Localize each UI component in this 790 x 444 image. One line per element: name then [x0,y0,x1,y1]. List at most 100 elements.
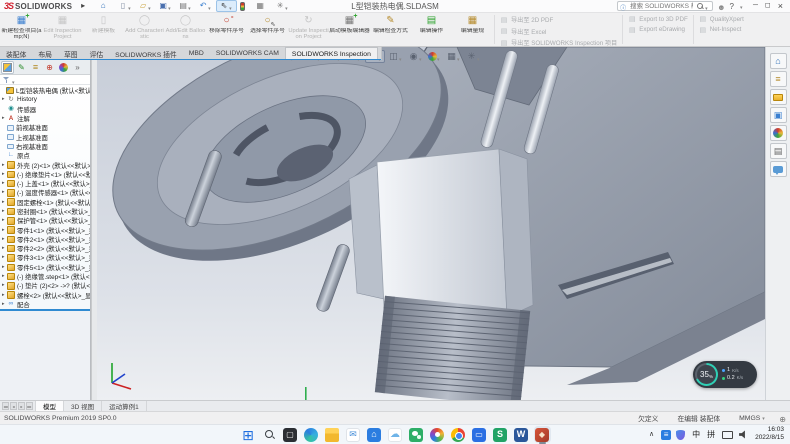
ribbon-button[interactable]: 编辑检查方式 [370,13,411,46]
feature-tree-item[interactable]: 螺栓<2> (默认<<默认>_显示状态 [0,291,90,300]
ribbon-tab[interactable]: 装配体 [0,47,32,60]
ime-language-indicator[interactable]: 中 [692,429,700,440]
ribbon-button[interactable]: 启动模板编辑器 [329,13,370,46]
quick-access-button[interactable] [176,0,195,12]
status-item[interactable]: 欠定义 [638,413,665,423]
model-tab[interactable]: 3D 视图 [64,401,102,411]
ribbon-button[interactable]: Update Inspection Project [288,13,329,46]
tray-expand-icon[interactable] [649,431,654,438]
feature-tree-item[interactable]: History [0,95,90,104]
ribbon-button[interactable]: 编辑操作 [411,13,452,46]
ribbon-tab[interactable]: 布局 [32,47,58,60]
feature-tree-item[interactable]: 配合 [0,300,90,309]
feature-tree-item[interactable]: 零件2<1> (默认<<默认>_显示状态 [0,235,90,244]
ribbon-tab[interactable]: 草图 [58,47,84,60]
feature-tree-item[interactable]: 固定螺栓<1> (默认<<默认>_显示 [0,198,90,207]
taskbar-clock[interactable]: 16:03 2022/8/15 [755,427,784,442]
taskbar-app-button[interactable] [345,426,362,443]
minimize-icon[interactable] [753,2,758,11]
ribbon-tab[interactable]: SOLIDWORKS Inspection [285,47,378,60]
quick-access-button[interactable] [136,0,155,12]
panel-tab[interactable] [29,61,42,74]
feature-tree-item[interactable]: 零件1<1> (默认<<默认>_显示状态 [0,225,90,234]
quick-access-button[interactable] [196,0,215,12]
security-shield-icon[interactable] [676,430,685,440]
quick-access-button[interactable] [253,0,272,12]
ribbon-tab[interactable]: MBD [183,47,210,60]
quick-access-button[interactable] [156,0,175,12]
volume-icon[interactable] [739,430,748,439]
model-tab[interactable]: 模型 [36,401,64,411]
feature-tree-item[interactable]: 密封圈<1> (默认<<默认>_显示状 [0,207,90,216]
feature-tree-item[interactable]: (-) 垫片 (2)<2> ->? (默认<<默认> [0,281,90,290]
ribbon-button[interactable]: 新建检查项目(amp;N) [1,13,42,46]
model-tab[interactable]: 运动算例1 [102,401,147,411]
hud-button[interactable] [465,50,483,63]
feature-tree-item[interactable]: 右视基准面 [0,142,90,151]
task-pane-tab[interactable] [770,161,787,177]
quick-access-button[interactable] [216,0,237,12]
ribbon-tab[interactable]: 评估 [84,47,110,60]
ribbon-button[interactable]: Add Characteristic [124,13,165,46]
ribbon-button[interactable]: 编辑量规 [452,13,493,46]
quick-access-button[interactable] [238,0,252,12]
ime-mode-indicator[interactable]: 拼 [707,429,715,440]
graphics-viewport[interactable]: 35% 1 K/s 0.2 K/s [97,47,765,400]
taskbar-app-button[interactable] [513,426,530,443]
status-item[interactable]: MMGS [739,413,767,423]
feature-tree-root[interactable]: L型铠装热电偶 (默认<默认_显示状态-1 [0,86,90,95]
taskbar-app-button[interactable] [366,426,383,443]
hud-button[interactable] [407,50,425,63]
hud-button[interactable] [427,50,443,63]
display-icon[interactable] [722,431,733,439]
feature-tree-item[interactable]: 注解 [0,114,90,123]
net-speed-monitor[interactable]: 35% 1 K/s 0.2 K/s [693,361,757,388]
feature-tree-item[interactable]: 零件2<2> (默认<<默认>_显示状态 [0,244,90,253]
panel-tab[interactable] [43,61,56,74]
hud-button[interactable] [387,50,405,63]
feature-tree-item[interactable]: 零件5<1> (默认<<默认>_显示状 [0,263,90,272]
ribbon-button[interactable]: Add/Edit Balloons [165,13,206,46]
ribbon-tab[interactable]: SOLIDWORKS CAM [210,47,285,60]
close-icon[interactable] [778,2,783,11]
tab-scroll-first-icon[interactable] [2,402,9,410]
help-button[interactable]: ? [730,2,734,11]
feature-tree-item[interactable]: (-) 温度传感器<1> (默认<<默认>_ [0,188,90,197]
ribbon-tab[interactable]: SOLIDWORKS 插件 [109,47,183,60]
panel-tab[interactable] [57,61,70,74]
taskbar-app-button[interactable] [261,426,278,443]
taskbar-app-button[interactable] [450,426,467,443]
tree-filter-row[interactable] [0,75,90,85]
feature-tree-item[interactable]: 保护管<1> (默认<<默认>_显示状 [0,216,90,225]
feature-tree-item[interactable]: 原点 [0,151,90,160]
taskbar-app-button[interactable] [534,426,551,443]
taskbar-app-button[interactable] [492,426,509,443]
feature-tree-item[interactable]: 前视基准面 [0,123,90,132]
tab-scroll-prev-icon[interactable] [10,402,17,410]
restore-icon[interactable] [765,2,771,11]
search-dropdown-icon[interactable] [705,0,710,15]
panel-tab[interactable] [71,61,84,74]
help-search-box[interactable] [617,1,713,11]
task-pane-tab[interactable] [770,125,787,141]
taskbar-app-button[interactable] [387,426,404,443]
feature-tree-item[interactable]: 传感器 [0,105,90,114]
task-pane-tab[interactable] [770,53,787,69]
ribbon-button[interactable]: Edit Inspection Project [42,13,83,46]
quick-access-button[interactable] [116,0,135,12]
ribbon-button[interactable]: 选择零件序号 [247,13,288,46]
feature-tree-item[interactable]: (-) 上盖<1> (默认<<默认>_显示状 [0,179,90,188]
feature-tree-item[interactable]: 零件3<1> (默认<<默认>_显示状 [0,253,90,262]
panel-splitter[interactable] [91,60,97,400]
taskbar-app-button[interactable] [408,426,425,443]
task-pane-tab[interactable] [770,143,787,159]
feature-tree-item[interactable]: 外壳 (2)<1> (默认<<默认>_显示状 [0,160,90,169]
hud-button[interactable] [445,50,463,63]
feature-tree-item[interactable]: (-) 绝缘管.step<1> (默认<<默认> [0,272,90,281]
quick-access-button[interactable] [76,0,95,12]
ribbon-button[interactable]: 新建模板 [83,13,124,46]
tab-scroll-next-icon[interactable] [18,402,25,410]
search-icon[interactable] [697,3,703,9]
taskbar-app-button[interactable] [471,426,488,443]
taskbar-app-button[interactable] [429,426,446,443]
